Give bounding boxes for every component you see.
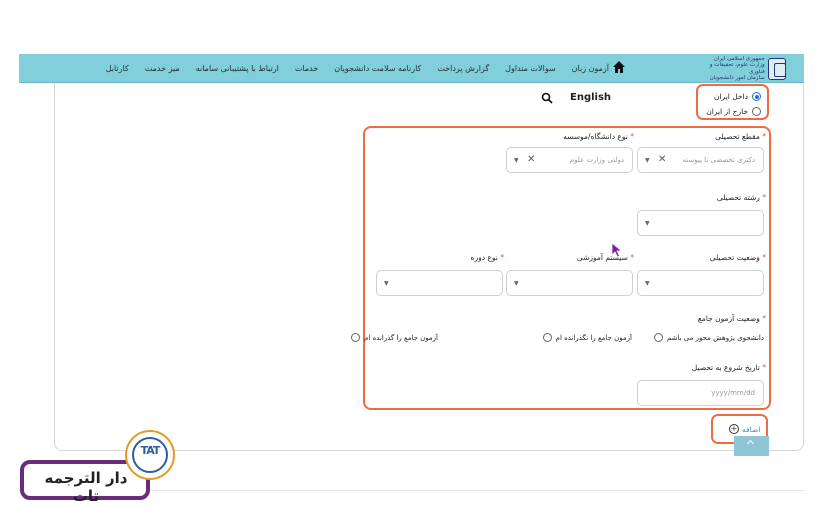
radio-button[interactable] — [653, 333, 663, 342]
radio-button[interactable] — [542, 333, 552, 342]
education-system-select[interactable]: ▼ — [506, 270, 633, 296]
exam-option-not-passed-label: آزمون جامع را نگذرانده ام — [555, 333, 632, 342]
emblem-icon — [767, 57, 786, 80]
location-radio-group: داخل ایران خارج از ایران — [696, 84, 769, 120]
plus-circle-icon: + — [729, 424, 739, 434]
chevron-down-icon: ▼ — [514, 280, 519, 287]
period-type-label: * نوع دوره — [470, 253, 504, 262]
exam-status-label-text: وضعیت آزمون جامع — [697, 314, 760, 323]
watermark-badge-text: TAT — [140, 444, 161, 457]
ministry-logo[interactable]: جمهوری اسلامی ایران وزارت علوم، تحقیقات … — [706, 56, 786, 81]
status-label-text: وضعیت تحصیلی — [709, 253, 760, 262]
chevron-down-icon: ▼ — [384, 280, 389, 287]
home-icon[interactable] — [612, 60, 626, 74]
field-of-study-select[interactable]: ▼ — [637, 210, 764, 236]
start-date-label-text: تاریخ شروع به تحصیل — [691, 363, 760, 372]
watermark-text: دار الترجمه تات — [44, 469, 128, 505]
radio-button-checked[interactable] — [752, 92, 761, 101]
nav-item-faq[interactable]: سوالات متداول — [505, 64, 556, 73]
watermark-badge-logo: TAT — [125, 430, 175, 480]
degree-select[interactable]: دکتری تخصصی نا پیوسته ✕ ▼ — [637, 147, 764, 173]
nav-item-language-exam[interactable]: آزمون زبان — [572, 64, 609, 73]
university-type-select-value: دولتی وزارت علوم — [569, 156, 624, 164]
degree-label: * مقطع تحصیلی — [715, 132, 766, 141]
nav-item-health-record[interactable]: کارنامه سلامت دانشجویان — [334, 64, 421, 73]
radio-button[interactable] — [752, 107, 761, 116]
add-button-label: اضافه — [742, 424, 761, 434]
university-type-select[interactable]: دولتی وزارت علوم ✕ ▼ — [506, 147, 633, 173]
field-of-study-label-text: رشته تحصیلی — [716, 193, 760, 202]
exam-option-passed-label: آزمون جامع را گذرانده ام — [364, 333, 438, 342]
university-type-label-text: نوع دانشگاه/موسسه — [563, 132, 628, 141]
education-system-label: * سیستم آموزشی — [576, 253, 634, 262]
chevron-down-icon: ▼ — [514, 157, 519, 164]
radio-label-outside: خارج از ایران — [706, 107, 748, 116]
period-type-select[interactable]: ▼ — [376, 270, 503, 296]
nav-item-support[interactable]: ارتباط با پشتیبانی سامانه — [196, 64, 279, 73]
start-date-label: * تاریخ شروع به تحصیل — [691, 363, 766, 372]
nav-item-payment-report[interactable]: گزارش پرداخت — [437, 64, 489, 73]
search-icon[interactable] — [541, 92, 553, 104]
nav-menu: کارتابل میز خدمت ارتباط با پشتیبانی ساما… — [106, 54, 609, 83]
status-select[interactable]: ▼ — [637, 270, 764, 296]
status-label: * وضعیت تحصیلی — [709, 253, 766, 262]
clear-icon[interactable]: ✕ — [527, 154, 535, 165]
field-of-study-label: * رشته تحصیلی — [716, 193, 766, 202]
nav-item-service-desk[interactable]: میز خدمت — [145, 64, 180, 73]
radio-outside-iran[interactable]: خارج از ایران — [698, 104, 761, 119]
radio-label-inside: داخل ایران — [713, 92, 748, 101]
exam-option-passed[interactable]: آزمون جامع را گذرانده ام — [351, 333, 438, 342]
radio-inside-iran[interactable]: داخل ایران — [698, 89, 761, 104]
logo-line-3: سازمان امور دانشجویان — [709, 75, 765, 81]
english-link[interactable]: English — [570, 92, 611, 103]
exam-status-label: * وضعیت آزمون جامع — [697, 314, 766, 323]
clear-icon[interactable]: ✕ — [658, 154, 666, 165]
university-type-label: * نوع دانشگاه/موسسه — [563, 132, 634, 141]
scroll-to-top-button[interactable] — [734, 436, 769, 456]
start-date-placeholder: yyyy/mm/dd — [711, 389, 755, 397]
top-navbar: جمهوری اسلامی ایران وزارت علوم، تحقیقات … — [19, 54, 804, 83]
nav-item-cartable[interactable]: کارتابل — [106, 64, 129, 73]
chevron-down-icon: ▼ — [645, 157, 650, 164]
logo-line-2: وزارت علوم، تحقیقات و فناوری — [709, 62, 765, 75]
exam-option-research[interactable]: دانشجوی پژوهش محور می باشم — [653, 333, 764, 342]
exam-option-research-label: دانشجوی پژوهش محور می باشم — [666, 333, 764, 342]
degree-select-value: دکتری تخصصی نا پیوسته — [682, 156, 755, 164]
degree-label-text: مقطع تحصیلی — [715, 132, 760, 141]
logo-text: جمهوری اسلامی ایران وزارت علوم، تحقیقات … — [706, 56, 765, 82]
nav-item-services[interactable]: خدمات — [295, 64, 318, 73]
mouse-cursor-icon — [611, 242, 623, 258]
chevron-down-icon: ▼ — [645, 220, 650, 227]
start-date-input[interactable]: yyyy/mm/dd — [637, 380, 764, 406]
radio-button[interactable] — [351, 333, 361, 342]
period-type-label-text: نوع دوره — [470, 253, 498, 262]
exam-option-not-passed[interactable]: آزمون جامع را نگذرانده ام — [542, 333, 632, 342]
chevron-down-icon: ▼ — [645, 280, 650, 287]
